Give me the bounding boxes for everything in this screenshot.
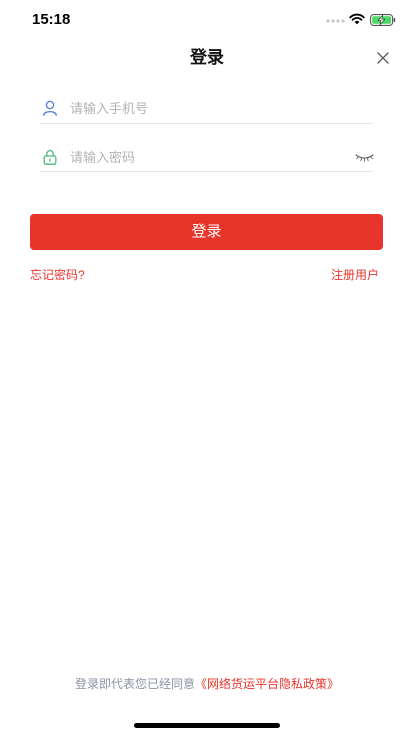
close-icon[interactable]: [377, 52, 389, 64]
signal-icon: [326, 19, 345, 23]
page-title: 登录: [190, 48, 224, 67]
password-field-row: [40, 141, 374, 172]
forgot-password-link[interactable]: 忘记密码?: [30, 267, 85, 283]
password-input[interactable]: [70, 147, 340, 167]
lock-icon: [43, 150, 57, 165]
home-indicator: [134, 723, 280, 728]
agreement-notice: 登录即代表您已经同意《网络货运平台隐私政策》: [0, 676, 414, 692]
phone-field-row: [40, 92, 373, 124]
register-link[interactable]: 注册用户: [331, 267, 379, 283]
login-button[interactable]: 登录: [30, 214, 383, 250]
wifi-icon: [349, 13, 365, 25]
battery-charging-icon: [370, 14, 396, 26]
user-icon: [43, 100, 57, 116]
status-time: 15:18: [32, 11, 71, 28]
agreement-text: 登录即代表您已经同意: [74, 677, 195, 691]
phone-input[interactable]: [70, 98, 360, 118]
eye-closed-icon[interactable]: [355, 152, 374, 162]
privacy-policy-link[interactable]: 《网络货运平台隐私政策》: [195, 677, 339, 691]
